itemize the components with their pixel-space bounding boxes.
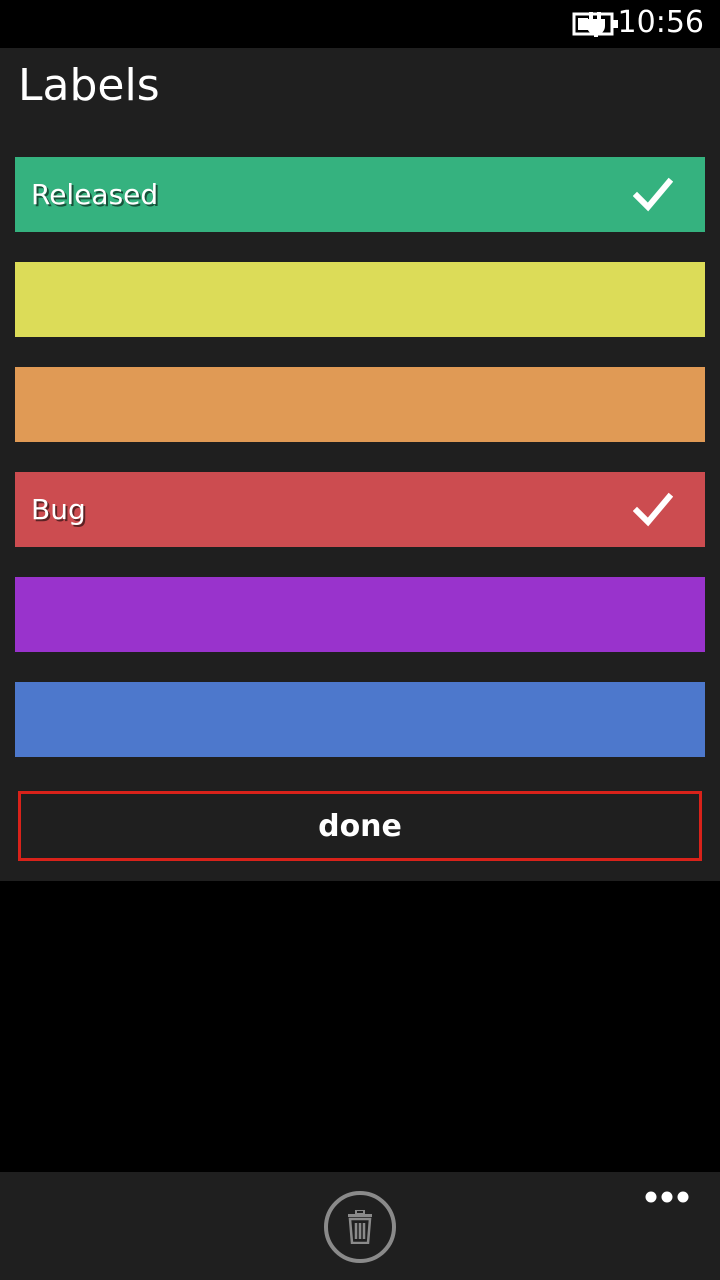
- battery-charging-icon: [572, 12, 618, 37]
- status-bar: 10:56: [0, 0, 720, 48]
- app-bar: [0, 1172, 720, 1280]
- label-item-3[interactable]: [15, 367, 705, 442]
- ellipsis-icon[interactable]: [644, 1186, 690, 1208]
- delete-button[interactable]: [324, 1191, 396, 1263]
- label-name: Released: [31, 178, 159, 211]
- labels-panel: Labels Released Bug done: [0, 48, 720, 881]
- label-list: Released Bug: [15, 157, 705, 787]
- label-item-6[interactable]: [15, 682, 705, 757]
- label-item-2[interactable]: [15, 262, 705, 337]
- done-button[interactable]: done: [18, 791, 702, 861]
- check-icon: [633, 177, 673, 212]
- page-title: Labels: [18, 60, 160, 111]
- label-item-bug[interactable]: Bug: [15, 472, 705, 547]
- status-time: 10:56: [617, 5, 704, 40]
- trash-icon: [348, 1210, 372, 1244]
- label-item-released[interactable]: Released: [15, 157, 705, 232]
- label-item-5[interactable]: [15, 577, 705, 652]
- check-icon: [633, 492, 673, 527]
- label-name: Bug: [31, 493, 86, 526]
